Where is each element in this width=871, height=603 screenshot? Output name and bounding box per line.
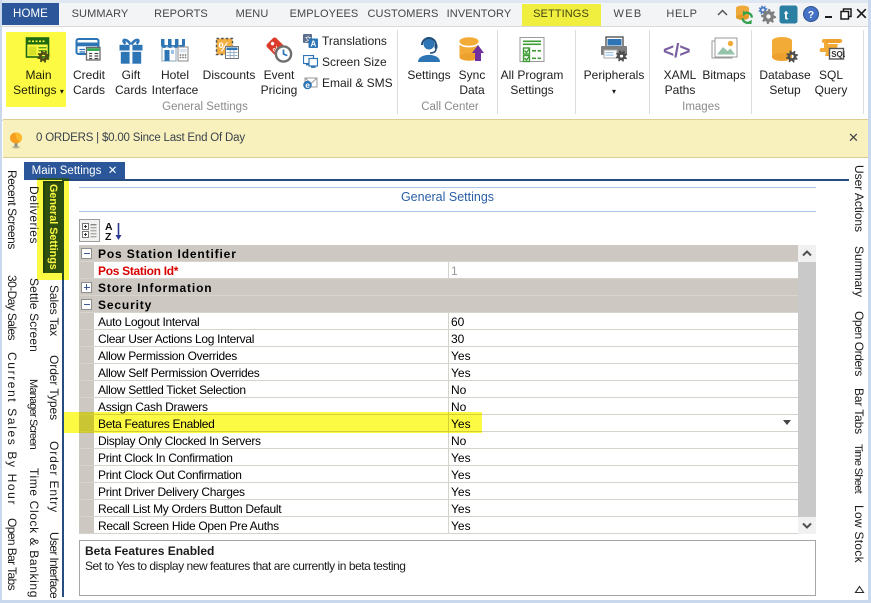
svg-text:A: A	[311, 40, 317, 49]
svg-text:SQL: SQL	[831, 50, 845, 59]
svg-text:?: ?	[808, 9, 814, 21]
svg-text:</>: </>	[663, 41, 690, 62]
svg-text:Z: Z	[105, 231, 112, 242]
svg-text:e: e	[305, 80, 310, 90]
svg-text:t: t	[784, 8, 789, 23]
